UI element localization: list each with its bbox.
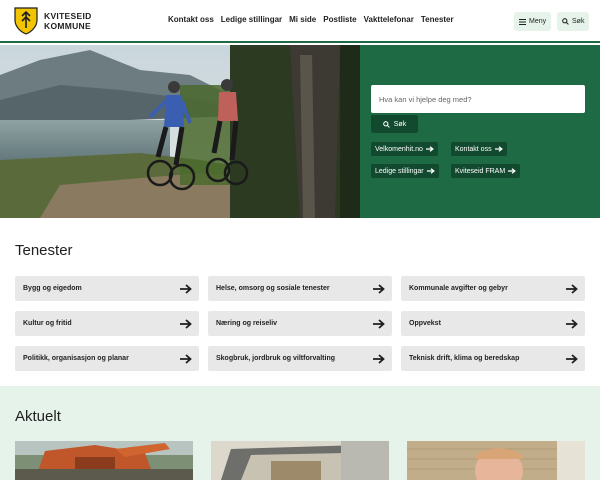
service-tile-label: Kultur og fritid (23, 320, 72, 327)
service-tile-label: Teknisk drift, klima og beredskap (409, 355, 520, 362)
service-tile-label: Helse, omsorg og sosiale tenester (216, 285, 330, 292)
arrow-right-icon (494, 146, 503, 152)
hamburger-icon (519, 18, 526, 25)
aktuelt-section: Aktuelt (0, 386, 600, 480)
nav-vakttelefonar[interactable]: Vakttelefonar (364, 15, 414, 24)
service-tile-label: Kommunale avgifter og gebyr (409, 285, 508, 292)
news-card-image-car[interactable] (211, 441, 389, 480)
cyclists-photo (0, 45, 360, 218)
quicklink-label: Velkomenhit.no (375, 145, 423, 153)
service-tile-skogbruk[interactable]: Skogbruk, jordbruk og viltforvalting (208, 346, 392, 371)
menu-label: Meny (529, 18, 547, 25)
arrow-right-icon (566, 353, 578, 364)
tenester-heading: Tenester (15, 242, 73, 259)
arrow-right-icon (425, 146, 434, 152)
service-tile-politikk[interactable]: Politikk, organisasjon og planar (15, 346, 199, 371)
arrow-right-icon (180, 283, 192, 294)
hero-image (0, 45, 360, 218)
service-tile-helse[interactable]: Helse, omsorg og sosiale tenester (208, 276, 392, 301)
arrow-right-icon (373, 283, 385, 294)
logo-text: KVITESEID KOMMUNE (44, 11, 92, 31)
site-header: KVITESEID KOMMUNE Kontakt oss Ledige sti… (0, 0, 600, 43)
logo-line1: KVITESEID (44, 11, 92, 21)
portrait-photo (407, 441, 585, 480)
nav-postliste[interactable]: Postliste (323, 15, 356, 24)
header-search-button[interactable]: Søk (557, 12, 590, 31)
arrow-right-icon (566, 283, 578, 294)
hero-search-label: Søk (393, 120, 407, 128)
quicklink-label: Kontakt oss (455, 145, 492, 153)
nav-kontakt-oss[interactable]: Kontakt oss (168, 15, 214, 24)
service-tile-label: Oppvekst (409, 320, 441, 327)
hero-search-panel: Søk Velkomenhit.no Kontakt oss Ledige st… (360, 45, 600, 218)
nav-mi-side[interactable]: Mi side (289, 15, 316, 24)
arrow-right-icon (566, 318, 578, 329)
service-tile-label: Bygg og eigedom (23, 285, 82, 292)
service-tile-label: Politikk, organisasjon og planar (23, 355, 129, 362)
news-card-image-portrait[interactable] (407, 441, 585, 480)
arrow-right-icon (180, 318, 192, 329)
arrow-right-icon (426, 168, 435, 174)
quicklink-kviteseid-fram[interactable]: Kviteseid FRAM (451, 164, 521, 178)
service-tile-avgifter[interactable]: Kommunale avgifter og gebyr (401, 276, 585, 301)
search-icon (562, 18, 569, 25)
service-tile-kultur[interactable]: Kultur og fritid (15, 311, 199, 336)
excavator-photo (15, 441, 193, 480)
service-tile-naering[interactable]: Næring og reiseliv (208, 311, 392, 336)
quicklink-label: Kviteseid FRAM (455, 167, 506, 175)
quicklink-label: Ledige stillingar (375, 167, 424, 175)
arrow-right-icon (373, 318, 385, 329)
main-nav: Kontakt oss Ledige stillingar Mi side Po… (168, 15, 454, 24)
logo[interactable]: KVITESEID KOMMUNE (14, 7, 92, 35)
arrow-right-icon (180, 353, 192, 364)
arrow-right-icon (508, 168, 517, 174)
arrow-right-icon (373, 353, 385, 364)
aktuelt-heading: Aktuelt (15, 408, 61, 425)
menu-button[interactable]: Meny (514, 12, 552, 31)
header-search-label: Søk (572, 18, 585, 25)
nav-tenester[interactable]: Tenester (421, 15, 454, 24)
nav-ledige-stillingar[interactable]: Ledige stillingar (221, 15, 282, 24)
service-tile-bygg[interactable]: Bygg og eigedom (15, 276, 199, 301)
hero-search-input[interactable] (371, 85, 585, 113)
service-tile-label: Skogbruk, jordbruk og viltforvalting (216, 355, 336, 362)
service-tile-teknisk[interactable]: Teknisk drift, klima og beredskap (401, 346, 585, 371)
quicklink-ledige-stillingar[interactable]: Ledige stillingar (371, 164, 439, 178)
quicklink-kontakt-oss[interactable]: Kontakt oss (451, 142, 507, 156)
news-card-image-excavator[interactable] (15, 441, 193, 480)
service-tile-label: Næring og reiseliv (216, 320, 278, 327)
search-icon (382, 120, 390, 128)
hero-search-button[interactable]: Søk (371, 115, 418, 133)
quicklink-velkomenhit[interactable]: Velkomenhit.no (371, 142, 438, 156)
logo-line2: KOMMUNE (44, 21, 91, 31)
coat-of-arms-icon (14, 7, 38, 35)
service-tile-oppvekst[interactable]: Oppvekst (401, 311, 585, 336)
car-trunk-photo (211, 441, 389, 480)
